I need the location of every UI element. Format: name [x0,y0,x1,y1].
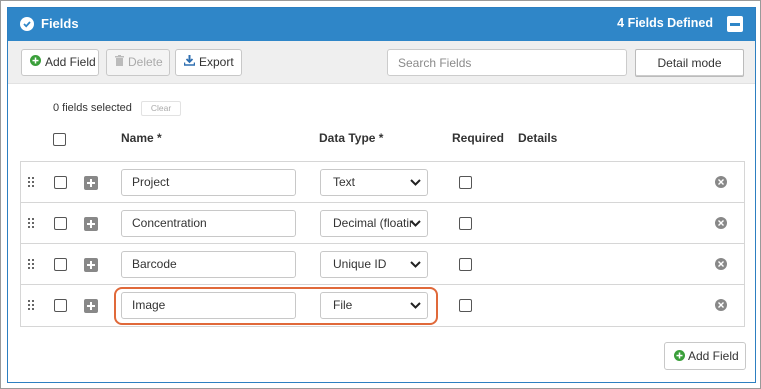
add-field-button[interactable]: Add Field [21,49,99,76]
trash-icon [115,50,124,75]
chevron-down-icon [410,220,421,227]
expand-plus-icon[interactable] [84,217,98,231]
data-type-select[interactable]: Unique ID [320,251,428,278]
delete-label: Delete [128,55,163,69]
required-checkbox[interactable] [459,217,472,230]
remove-field-icon[interactable] [715,299,727,311]
expand-plus-icon[interactable] [84,176,98,190]
collapse-icon[interactable] [727,16,743,32]
row-select-checkbox[interactable] [54,217,67,230]
plus-circle-icon [30,50,41,75]
remove-field-icon[interactable] [715,176,727,188]
add-field-label: Add Field [45,55,96,69]
row-select-checkbox[interactable] [54,176,67,189]
window-frame: Fields 4 Fields Defined Add Field Delete… [0,0,761,389]
expand-plus-icon[interactable] [84,258,98,272]
row-select-checkbox[interactable] [54,299,67,312]
data-type-column-header: Data Type * [319,131,384,145]
detail-mode-toggle[interactable]: Detail mode [635,49,744,77]
selected-count: 0 fields selected [53,102,132,114]
download-icon [183,50,196,75]
field-name-input[interactable]: Concentration [121,210,296,237]
required-column-header: Required [452,131,505,145]
add-field-bottom-button[interactable]: Add Field [664,342,746,370]
panel-header[interactable]: Fields 4 Fields Defined [8,8,755,41]
delete-button[interactable]: Delete [106,49,170,76]
panel-title: Fields [41,16,79,31]
data-type-value: Unique ID [333,257,387,271]
name-column-header: Name * [121,131,162,145]
chevron-down-icon [410,179,421,186]
export-label: Export [199,55,234,69]
check-circle-icon [20,17,34,31]
details-column-header: Details [518,131,558,145]
field-row: Project Text [21,162,744,203]
row-select-checkbox[interactable] [54,258,67,271]
remove-field-icon[interactable] [715,217,727,229]
data-type-value: Decimal (floating point) [333,216,413,230]
drag-handle-icon[interactable] [28,259,36,271]
select-all-checkbox[interactable] [53,133,66,146]
export-button[interactable]: Export [175,49,242,76]
drag-handle-icon[interactable] [28,177,36,189]
clear-button[interactable]: Clear [141,101,181,116]
required-checkbox[interactable] [459,258,472,271]
plus-circle-icon [674,344,685,370]
add-field-bottom-label: Add Field [688,349,739,363]
data-type-value: Text [333,175,356,189]
chevron-down-icon [410,261,421,268]
toolbar: Add Field Delete Export Detail mode [8,41,755,84]
field-row: Barcode Unique ID [21,244,744,285]
fields-panel: Fields 4 Fields Defined Add Field Delete… [7,7,756,383]
required-checkbox[interactable] [459,176,472,189]
required-checkbox[interactable] [459,299,472,312]
drag-handle-icon[interactable] [28,218,36,230]
highlight-outline [114,287,438,325]
drag-handle-icon[interactable] [28,300,36,312]
remove-field-icon[interactable] [715,258,727,270]
data-type-select[interactable]: Decimal (floating point) [320,210,428,237]
field-name-input[interactable]: Project [121,169,296,196]
data-type-select[interactable]: Text [320,169,428,196]
fields-defined-count: 4 Fields Defined [617,16,713,30]
field-name-input[interactable]: Barcode [121,251,296,278]
expand-plus-icon[interactable] [84,299,98,313]
field-row: Concentration Decimal (floating point) [21,203,744,244]
search-fields-input[interactable] [387,49,627,76]
